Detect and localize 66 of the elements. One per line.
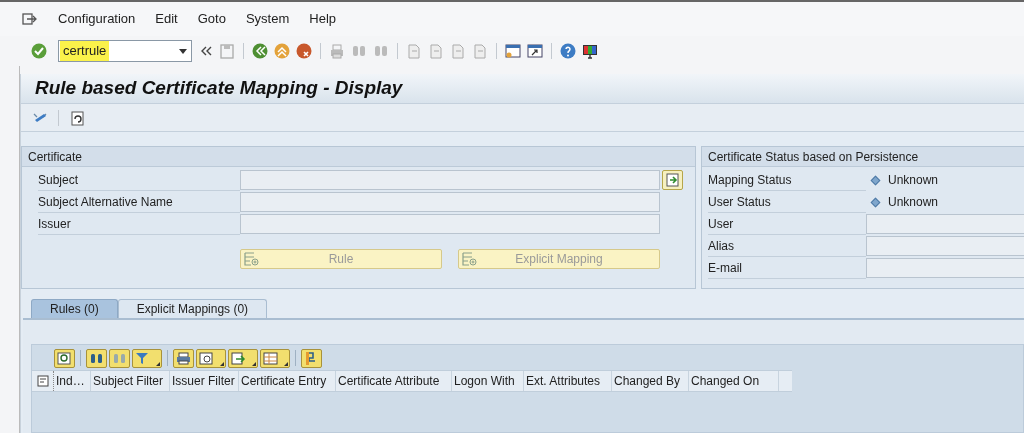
views-button[interactable]: [196, 348, 226, 368]
tab[interactable]: Rules (0): [31, 299, 118, 318]
panel-title: Certificate Status based on Persistence: [708, 148, 919, 166]
cancel-icon[interactable]: [295, 42, 313, 60]
info-button[interactable]: [301, 348, 322, 368]
menu-caret-icon[interactable]: [220, 361, 224, 366]
menu-item[interactable]: Edit: [155, 9, 178, 29]
field-label: Mapping Status: [708, 169, 866, 191]
print-icon[interactable]: [328, 42, 346, 60]
export-icon: [231, 350, 246, 366]
print-icon: [176, 350, 191, 366]
refresh-icon[interactable]: [68, 108, 86, 127]
add-entry-icon: [462, 252, 478, 266]
field-label: User Status: [708, 191, 866, 213]
field-label: Subject Alternative Name: [38, 191, 240, 213]
input-field[interactable]: [240, 192, 660, 212]
input-field[interactable]: [866, 214, 1024, 234]
column-header[interactable]: Issuer Filter: [170, 371, 239, 391]
column-header[interactable]: Ext. Attributes: [524, 371, 612, 391]
back-icon[interactable]: [251, 42, 269, 60]
menu-caret-icon[interactable]: [156, 361, 160, 366]
menu-item[interactable]: Goto: [197, 9, 226, 29]
help-icon[interactable]: [559, 42, 577, 60]
dropdown-caret-icon[interactable]: [179, 48, 187, 54]
shortcut-icon[interactable]: [526, 42, 544, 60]
layout-button[interactable]: [260, 348, 290, 368]
new-window-icon[interactable]: [504, 42, 522, 60]
column-header[interactable]: Changed By: [612, 371, 689, 391]
input-field[interactable]: [240, 170, 660, 190]
menu-item[interactable]: System: [245, 9, 290, 29]
command-field[interactable]: certrule: [58, 40, 192, 62]
screen-title: Rule based Certificate Mapping - Display: [35, 76, 403, 101]
exit-icon[interactable]: [20, 10, 38, 28]
column-header[interactable]: Certificate Entry: [239, 371, 336, 391]
add-entry-icon: [244, 252, 260, 266]
details-button[interactable]: [54, 348, 75, 368]
field-label: Issuer: [38, 213, 240, 235]
status-value: Unknown: [888, 172, 939, 189]
exit-up-icon[interactable]: [273, 42, 291, 60]
menu-caret-icon[interactable]: [284, 361, 288, 366]
field-label: Subject: [38, 169, 240, 191]
layout-icon: [263, 350, 278, 366]
status-value: Unknown: [888, 194, 939, 211]
column-header[interactable]: Ind…: [54, 371, 91, 391]
menu-item[interactable]: Configuration: [58, 9, 136, 29]
filter-icon: [135, 350, 150, 366]
tab[interactable]: Explicit Mappings (0): [117, 299, 268, 318]
views-icon: [199, 350, 214, 366]
print-button[interactable]: [173, 348, 194, 368]
column-header[interactable]: Logon With: [452, 371, 524, 391]
enter-icon[interactable]: [30, 42, 48, 60]
panel-title: Certificate: [28, 148, 83, 166]
transfer-button[interactable]: [662, 170, 683, 190]
input-field[interactable]: [866, 236, 1024, 256]
details-icon: [57, 350, 72, 366]
find-button[interactable]: [86, 348, 107, 368]
column-header[interactable]: Subject Filter: [91, 371, 170, 391]
menu-caret-icon[interactable]: [252, 361, 256, 366]
input-field[interactable]: [866, 258, 1024, 278]
find-next-button[interactable]: [109, 348, 130, 368]
column-header[interactable]: Certificate Attribute: [336, 371, 452, 391]
menu-item[interactable]: Help: [309, 9, 336, 29]
monitor-icon[interactable]: [581, 42, 599, 60]
input-field[interactable]: [240, 214, 660, 234]
column-header[interactable]: Changed On: [689, 371, 779, 391]
export-button[interactable]: [228, 348, 258, 368]
